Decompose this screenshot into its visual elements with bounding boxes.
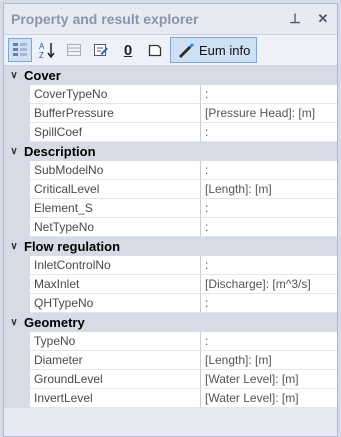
chevron-down-icon[interactable]: ∨ [4, 70, 24, 81]
property-row[interactable]: TypeNo : [4, 332, 337, 351]
property-value[interactable]: : [201, 123, 337, 142]
pin-icon[interactable]: ⊥ [281, 11, 309, 27]
property-name: BufferPressure [30, 104, 201, 123]
sort-az-icon: A Z [39, 42, 55, 59]
property-name: SubModelNo [30, 161, 201, 180]
chevron-down-icon[interactable]: ∨ [4, 317, 24, 328]
category-geometry[interactable]: ∨ Geometry [4, 313, 337, 332]
property-value[interactable]: [Discharge]: [m^3/s] [201, 275, 337, 294]
zero-icon: 0 [123, 41, 133, 59]
property-name: CoverTypeNo [30, 85, 201, 104]
property-value[interactable]: [Water Level]: [m] [201, 389, 337, 408]
property-row[interactable]: Diameter [Length]: [m] [4, 351, 337, 370]
property-row[interactable]: Element_S : [4, 199, 337, 218]
property-pages-button[interactable] [62, 38, 86, 62]
category-flow-regulation[interactable]: ∨ Flow regulation [4, 237, 337, 256]
property-explorer-panel: Property and result explorer ⊥ ✕ A Z 0 E… [3, 3, 338, 437]
property-value[interactable]: : [201, 199, 337, 218]
property-name: TypeNo [30, 332, 201, 351]
zero-button[interactable]: 0 [116, 38, 140, 62]
property-name: Diameter [30, 351, 201, 370]
page-button[interactable] [143, 38, 167, 62]
category-label: Cover [24, 68, 61, 83]
close-icon[interactable]: ✕ [309, 11, 337, 27]
property-value[interactable]: : [201, 161, 337, 180]
svg-text:Z: Z [39, 51, 44, 59]
property-row[interactable]: NetTypeNo : [4, 218, 337, 237]
chevron-down-icon[interactable]: ∨ [4, 146, 24, 157]
panel-title: Property and result explorer [11, 11, 199, 27]
property-row[interactable]: SubModelNo : [4, 161, 337, 180]
ruler-pencil-icon [179, 43, 194, 58]
title-bar: Property and result explorer ⊥ ✕ [4, 4, 337, 34]
property-value[interactable]: : [201, 332, 337, 351]
property-name: SpillCoef [30, 123, 201, 142]
property-name: NetTypeNo [30, 218, 201, 237]
property-value[interactable]: : [201, 218, 337, 237]
property-row[interactable]: InletControlNo : [4, 256, 337, 275]
property-value[interactable]: [Length]: [m] [201, 180, 337, 199]
property-row[interactable]: CoverTypeNo : [4, 85, 337, 104]
alphabetical-sort-button[interactable]: A Z [35, 38, 59, 62]
edit-icon [94, 44, 108, 56]
property-row[interactable]: GroundLevel [Water Level]: [m] [4, 370, 337, 389]
property-name: InletControlNo [30, 256, 201, 275]
property-name: QHTypeNo [30, 294, 201, 313]
category-description[interactable]: ∨ Description [4, 142, 337, 161]
property-value[interactable]: : [201, 85, 337, 104]
eum-info-button[interactable]: Eum info [170, 37, 258, 63]
categorized-icon [13, 43, 27, 56]
chevron-down-icon[interactable]: ∨ [4, 241, 24, 252]
property-value[interactable]: [Pressure Head]: [m] [201, 104, 337, 123]
property-value[interactable]: [Length]: [m] [201, 351, 337, 370]
categorized-view-button[interactable] [8, 38, 32, 62]
property-name: CriticalLevel [30, 180, 201, 199]
property-row[interactable]: BufferPressure [Pressure Head]: [m] [4, 104, 337, 123]
property-row[interactable]: QHTypeNo : [4, 294, 337, 313]
page-icon [148, 44, 162, 57]
property-name: MaxInlet [30, 275, 201, 294]
property-grid: ∨ Cover CoverTypeNo : BufferPressure [Pr… [4, 66, 337, 408]
property-name: Element_S [30, 199, 201, 218]
property-row[interactable]: SpillCoef : [4, 123, 337, 142]
property-name: GroundLevel [30, 370, 201, 389]
category-label: Description [24, 144, 96, 159]
edit-properties-button[interactable] [89, 38, 113, 62]
toolbar: A Z 0 Eum info [4, 34, 337, 66]
svg-text:A: A [39, 42, 45, 51]
property-name: InvertLevel [30, 389, 201, 408]
property-row[interactable]: MaxInlet [Discharge]: [m^3/s] [4, 275, 337, 294]
category-label: Flow regulation [24, 239, 121, 254]
property-row[interactable]: CriticalLevel [Length]: [m] [4, 180, 337, 199]
category-cover[interactable]: ∨ Cover [4, 66, 337, 85]
category-label: Geometry [24, 315, 85, 330]
property-value[interactable]: : [201, 294, 337, 313]
eum-info-label: Eum info [199, 42, 251, 58]
property-value[interactable]: [Water Level]: [m] [201, 370, 337, 389]
property-row[interactable]: InvertLevel [Water Level]: [m] [4, 389, 337, 408]
grid-icon [67, 44, 81, 56]
property-value[interactable]: : [201, 256, 337, 275]
